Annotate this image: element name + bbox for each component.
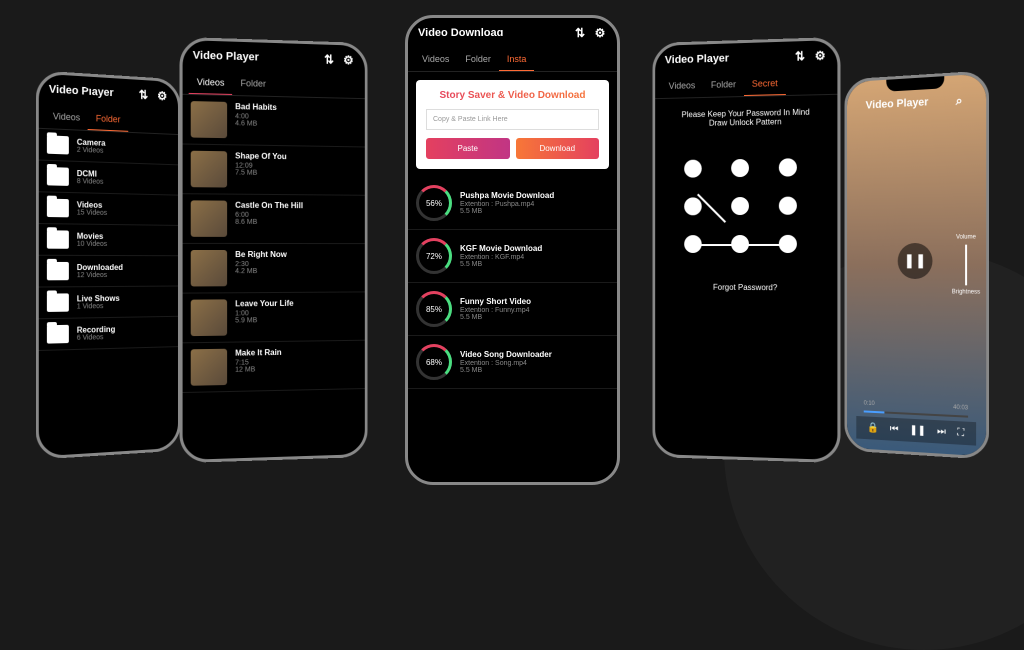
tab-folder[interactable]: Folder — [703, 73, 744, 97]
brightness-label: Brightness — [952, 289, 980, 295]
folder-icon — [47, 199, 69, 218]
sort-icon[interactable]: ⇅ — [137, 88, 150, 103]
tab-videos[interactable]: Videos — [414, 48, 457, 71]
download-button[interactable]: Download — [516, 138, 600, 159]
gear-icon[interactable]: ⚙ — [342, 53, 356, 67]
pattern-grid[interactable] — [655, 137, 837, 273]
sort-icon[interactable]: ⇅ — [573, 26, 587, 40]
pattern-dot[interactable] — [684, 197, 702, 215]
tab-videos[interactable]: Videos — [661, 74, 703, 98]
video-item[interactable]: Be Right Now2:304.2 MB — [183, 244, 365, 294]
download-list: 56%Pushpa Movie DownloadExtention : Push… — [408, 177, 617, 389]
folder-icon — [47, 262, 69, 280]
phone-downloader: Video Download ⇅⚙ Videos Folder Insta St… — [405, 15, 620, 485]
phone-lock: Video Player ⇅ ⚙ Videos Folder Secret Ple… — [652, 37, 840, 463]
prev-icon[interactable]: ⏮ — [890, 424, 899, 435]
download-item[interactable]: 72%KGF Movie DownloadExtention : KGF.mp4… — [408, 230, 617, 283]
phone-videolist: Video Player ⇅⚙ Videos Folder Bad Habits… — [180, 37, 368, 463]
folder-item[interactable]: Recording6 Videos — [39, 317, 178, 351]
progress-ring: 72% — [416, 238, 452, 274]
progress-ring: 56% — [416, 185, 452, 221]
folder-icon — [47, 230, 69, 248]
thumbnail — [191, 200, 227, 237]
folder-item[interactable]: Videos15 Videos — [39, 192, 178, 226]
progress-ring: 68% — [416, 344, 452, 380]
pattern-dot[interactable] — [779, 158, 797, 176]
folder-item[interactable]: Downloaded12 Videos — [39, 256, 178, 288]
gear-icon[interactable]: ⚙ — [813, 48, 827, 63]
thumbnail — [191, 250, 227, 286]
video-item[interactable]: Make It Rain7:1512 MB — [183, 341, 365, 393]
download-item[interactable]: 56%Pushpa Movie DownloadExtention : Push… — [408, 177, 617, 230]
video-item[interactable]: Castle On The Hill6:008.6 MB — [183, 194, 365, 244]
player-controls: 🔒 ⏮ ❚❚ ⏭ ⛶ — [856, 416, 976, 446]
tab-folder[interactable]: Folder — [88, 107, 128, 132]
fullscreen-icon[interactable]: ⛶ — [957, 427, 964, 439]
lock-message: Please Keep Your Password In Mind Draw U… — [655, 95, 837, 141]
tab-folder[interactable]: Folder — [457, 48, 499, 71]
tab-videos[interactable]: Videos — [189, 71, 233, 95]
time-total: 40:03 — [953, 405, 968, 412]
sort-icon[interactable]: ⇅ — [793, 49, 807, 64]
time-current: 0:10 — [864, 401, 875, 407]
pattern-dot[interactable] — [684, 160, 702, 178]
sort-icon[interactable]: ⇅ — [322, 52, 336, 66]
gear-icon[interactable]: ⚙ — [156, 89, 169, 104]
pattern-dot[interactable] — [731, 159, 749, 177]
tab-folder[interactable]: Folder — [232, 72, 273, 96]
pause-icon[interactable]: ❚❚ — [910, 425, 926, 437]
folder-icon — [47, 167, 69, 186]
phone-player: Video Player ⌕ ❚❚ Volume Brightness 0:10… — [844, 70, 989, 459]
thumbnail — [191, 101, 227, 138]
tab-insta[interactable]: Insta — [499, 48, 535, 71]
side-controls: Volume Brightness — [952, 234, 980, 295]
folder-item[interactable]: Movies10 Videos — [39, 224, 178, 256]
gear-icon[interactable]: ⚙ — [593, 26, 607, 40]
video-item[interactable]: Bad Habits4:004.6 MB — [183, 95, 365, 148]
folder-item[interactable]: DCMI8 Videos — [39, 161, 178, 196]
progress-ring: 85% — [416, 291, 452, 327]
paste-button[interactable]: Paste — [426, 138, 510, 159]
phone-folders: Video Player ⇅⚙ Videos Folder Camera2 Vi… — [36, 70, 181, 459]
volume-slider[interactable] — [965, 245, 967, 286]
next-icon[interactable]: ⏭ — [937, 426, 946, 438]
video-item[interactable]: Shape Of You12:097.5 MB — [183, 144, 365, 195]
folder-item[interactable]: Live Shows1 Videos — [39, 286, 178, 319]
forgot-password-link[interactable]: Forgot Password? — [655, 273, 837, 303]
tab-videos[interactable]: Videos — [45, 105, 88, 130]
app-title: Video Player — [866, 96, 929, 111]
thumbnail — [191, 151, 227, 188]
video-item[interactable]: Leave Your Life1:005.9 MB — [183, 292, 365, 343]
thumbnail — [191, 349, 227, 386]
folder-icon — [47, 325, 69, 344]
link-input[interactable]: Copy & Paste Link Here — [426, 109, 599, 130]
pattern-dot[interactable] — [779, 197, 797, 215]
thumbnail — [191, 299, 227, 336]
pause-button[interactable]: ❚❚ — [898, 242, 933, 278]
pattern-line — [692, 244, 791, 246]
download-item[interactable]: 68%Video Song DownloaderExtention : Song… — [408, 336, 617, 389]
folder-list: Camera2 Videos DCMI8 Videos Videos15 Vid… — [39, 129, 178, 351]
folder-icon — [47, 293, 69, 312]
volume-label: Volume — [952, 234, 980, 240]
app-title: Video Player — [665, 52, 729, 66]
video-list: Bad Habits4:004.6 MB Shape Of You12:097.… — [183, 95, 365, 393]
insta-heading: Story Saver & Video Download — [426, 90, 599, 101]
folder-item[interactable]: Camera2 Videos — [39, 129, 178, 165]
lock-icon[interactable]: 🔒 — [867, 422, 879, 433]
search-icon[interactable]: ⌕ — [952, 93, 966, 108]
insta-card: Story Saver & Video Download Copy & Past… — [416, 80, 609, 169]
folder-icon — [47, 135, 69, 154]
pattern-dot[interactable] — [731, 197, 749, 215]
tab-secret[interactable]: Secret — [744, 72, 786, 96]
download-item[interactable]: 85%Funny Short VideoExtention : Funny.mp… — [408, 283, 617, 336]
